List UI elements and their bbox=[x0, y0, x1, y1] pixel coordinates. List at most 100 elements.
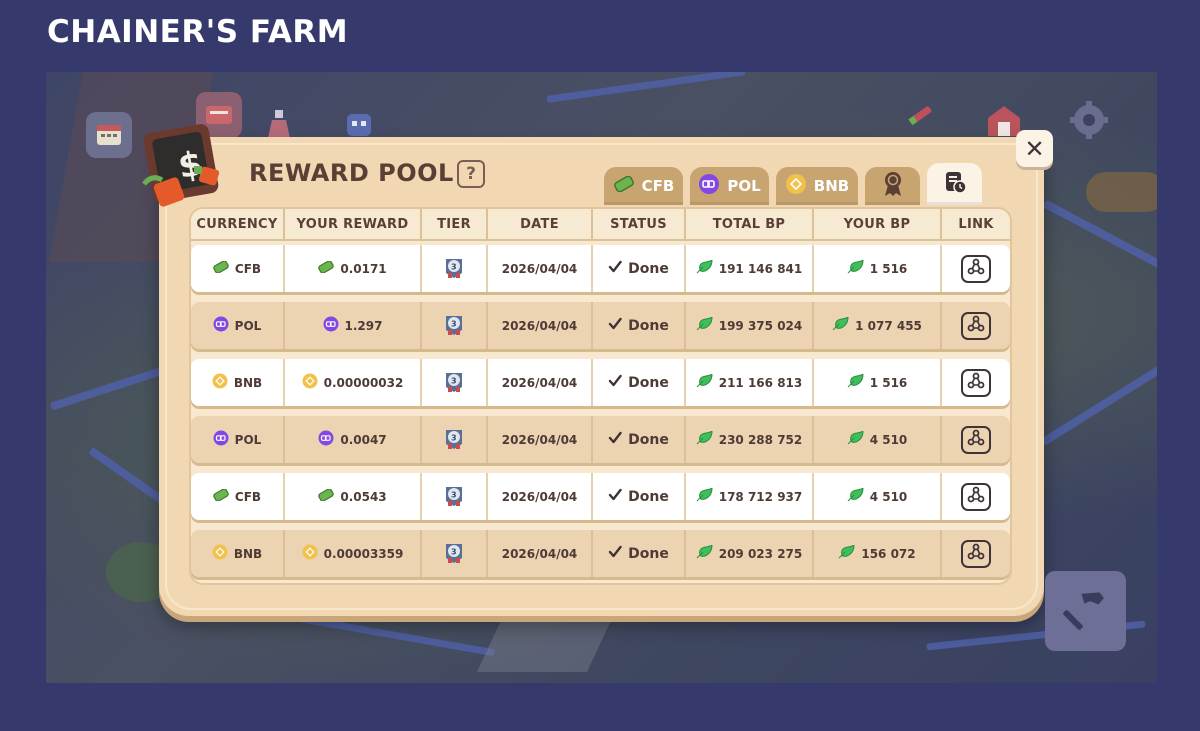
status-label: Done bbox=[628, 488, 669, 505]
blockchain-link-button[interactable] bbox=[961, 425, 991, 454]
tier-badge-icon: 3 bbox=[443, 312, 465, 339]
column-header: DATE bbox=[488, 209, 593, 239]
column-header: TIER bbox=[422, 209, 488, 239]
tab-leaderboard[interactable] bbox=[865, 167, 920, 205]
check-icon bbox=[608, 545, 622, 563]
your-bp-value: 4 510 bbox=[869, 432, 908, 447]
reward-cell: 0.0047 bbox=[285, 416, 422, 463]
cfb-token-icon bbox=[318, 260, 335, 276]
network-nodes-icon bbox=[967, 543, 985, 564]
total-bp-value: 230 288 752 bbox=[718, 432, 803, 447]
tab-history[interactable] bbox=[927, 163, 982, 205]
check-icon bbox=[608, 431, 622, 449]
link-cell bbox=[942, 473, 1010, 520]
status-cell: Done bbox=[593, 530, 686, 577]
reward-cell: 0.0543 bbox=[285, 473, 422, 520]
check-icon bbox=[608, 374, 622, 392]
cfb-token-icon bbox=[613, 175, 635, 196]
status-label: Done bbox=[628, 260, 669, 277]
pol-token-icon bbox=[318, 430, 334, 449]
hammer-icon bbox=[1062, 585, 1110, 637]
reward-table: CURRENCY YOUR REWARD TIER DATE STATUS TO… bbox=[189, 207, 1012, 585]
pencil-icon[interactable] bbox=[896, 92, 942, 138]
blockchain-link-button[interactable] bbox=[961, 368, 991, 397]
svg-text:3: 3 bbox=[451, 320, 457, 329]
currency-label: BNB bbox=[233, 546, 263, 561]
date-cell: 2026/04/04 bbox=[488, 473, 593, 520]
tab-label: POL bbox=[727, 177, 761, 195]
column-header: STATUS bbox=[593, 209, 686, 239]
tier-cell: 3 bbox=[422, 473, 488, 520]
status-cell: Done bbox=[593, 245, 686, 292]
your-bp-value: 1 516 bbox=[869, 375, 908, 390]
total-bp-cell: 230 288 752 bbox=[686, 416, 814, 463]
total-bp-value: 178 712 937 bbox=[718, 489, 803, 504]
blockchain-link-button[interactable] bbox=[961, 539, 991, 568]
svg-text:3: 3 bbox=[451, 491, 457, 500]
bnb-token-icon bbox=[785, 173, 807, 199]
cfb-token-icon bbox=[213, 488, 229, 504]
status-label: Done bbox=[628, 317, 669, 334]
reward-amount: 0.00003359 bbox=[323, 546, 404, 561]
blockchain-link-button[interactable] bbox=[961, 482, 991, 511]
reward-cell: 0.00003359 bbox=[285, 530, 422, 577]
table-row: POL 1.297 3 2026/04/04 Done 199 375 024 1 077 … bbox=[191, 302, 1010, 349]
site-title: CHAINER'S FARM bbox=[47, 14, 349, 50]
table-row: CFB 0.0171 3 2026/04/04 Done 191 146 841 1 516 bbox=[191, 245, 1010, 292]
your-bp-value: 1 516 bbox=[869, 261, 908, 276]
bnb-token-icon bbox=[212, 373, 228, 392]
blockchain-link-button[interactable] bbox=[961, 254, 991, 283]
bp-leaf-icon bbox=[696, 543, 713, 562]
currency-label: CFB bbox=[234, 489, 262, 504]
network-nodes-icon bbox=[967, 429, 985, 450]
your-bp-cell: 1 077 455 bbox=[814, 302, 942, 349]
currency-label: CFB bbox=[234, 261, 262, 276]
cfb-token-icon bbox=[213, 260, 229, 276]
table-row: POL 0.0047 3 2026/04/04 Done 230 288 752 4 510 bbox=[191, 416, 1010, 463]
bp-leaf-icon bbox=[696, 429, 713, 448]
tier-cell: 3 bbox=[422, 245, 488, 292]
network-nodes-icon bbox=[967, 315, 985, 336]
ribbon-medal-icon bbox=[882, 171, 904, 201]
tab-pol[interactable]: POL bbox=[690, 167, 769, 205]
table-row: CFB 0.0543 3 2026/04/04 Done 178 712 937 4 510 bbox=[191, 473, 1010, 520]
settings-gear-icon[interactable] bbox=[1066, 97, 1112, 143]
blockchain-link-button[interactable] bbox=[961, 311, 991, 340]
link-cell bbox=[942, 530, 1010, 577]
column-header: LINK bbox=[958, 216, 994, 232]
reward-amount: 1.297 bbox=[344, 318, 383, 333]
check-icon bbox=[608, 317, 622, 335]
total-bp-value: 211 166 813 bbox=[718, 375, 803, 390]
network-nodes-icon bbox=[967, 486, 985, 507]
tier-badge-icon: 3 bbox=[443, 540, 465, 567]
tier-cell: 3 bbox=[422, 530, 488, 577]
total-bp-cell: 178 712 937 bbox=[686, 473, 814, 520]
reward-cell: 0.0171 bbox=[285, 245, 422, 292]
bp-leaf-icon bbox=[696, 315, 713, 334]
close-button[interactable]: ✕ bbox=[1016, 130, 1053, 167]
total-bp-value: 209 023 275 bbox=[718, 546, 803, 561]
calendar-board-icon[interactable] bbox=[86, 112, 132, 158]
total-bp-value: 199 375 024 bbox=[718, 318, 803, 333]
tab-label: CFB bbox=[641, 177, 675, 195]
your-bp-cell: 4 510 bbox=[814, 416, 942, 463]
build-hammer-button[interactable] bbox=[1045, 571, 1126, 651]
date-cell: 2026/04/04 bbox=[488, 359, 593, 406]
reward-cell: 0.00000032 bbox=[285, 359, 422, 406]
svg-text:3: 3 bbox=[451, 434, 457, 443]
currency-cell: POL bbox=[191, 302, 285, 349]
dialog-title: REWARD POOL bbox=[249, 159, 454, 187]
your-bp-value: 156 072 bbox=[861, 546, 916, 561]
currency-cell: CFB bbox=[191, 473, 285, 520]
cfb-token-icon bbox=[318, 488, 335, 504]
check-icon bbox=[608, 488, 622, 506]
svg-text:3: 3 bbox=[451, 377, 457, 386]
tab-cfb[interactable]: CFB bbox=[604, 167, 683, 205]
status-cell: Done bbox=[593, 302, 686, 349]
status-label: Done bbox=[628, 374, 669, 391]
help-button[interactable]: ? bbox=[457, 160, 485, 188]
tab-bnb[interactable]: BNB bbox=[776, 167, 858, 205]
currency-cell: BNB bbox=[191, 530, 285, 577]
tier-cell: 3 bbox=[422, 302, 488, 349]
currency-label: POL bbox=[234, 318, 262, 333]
